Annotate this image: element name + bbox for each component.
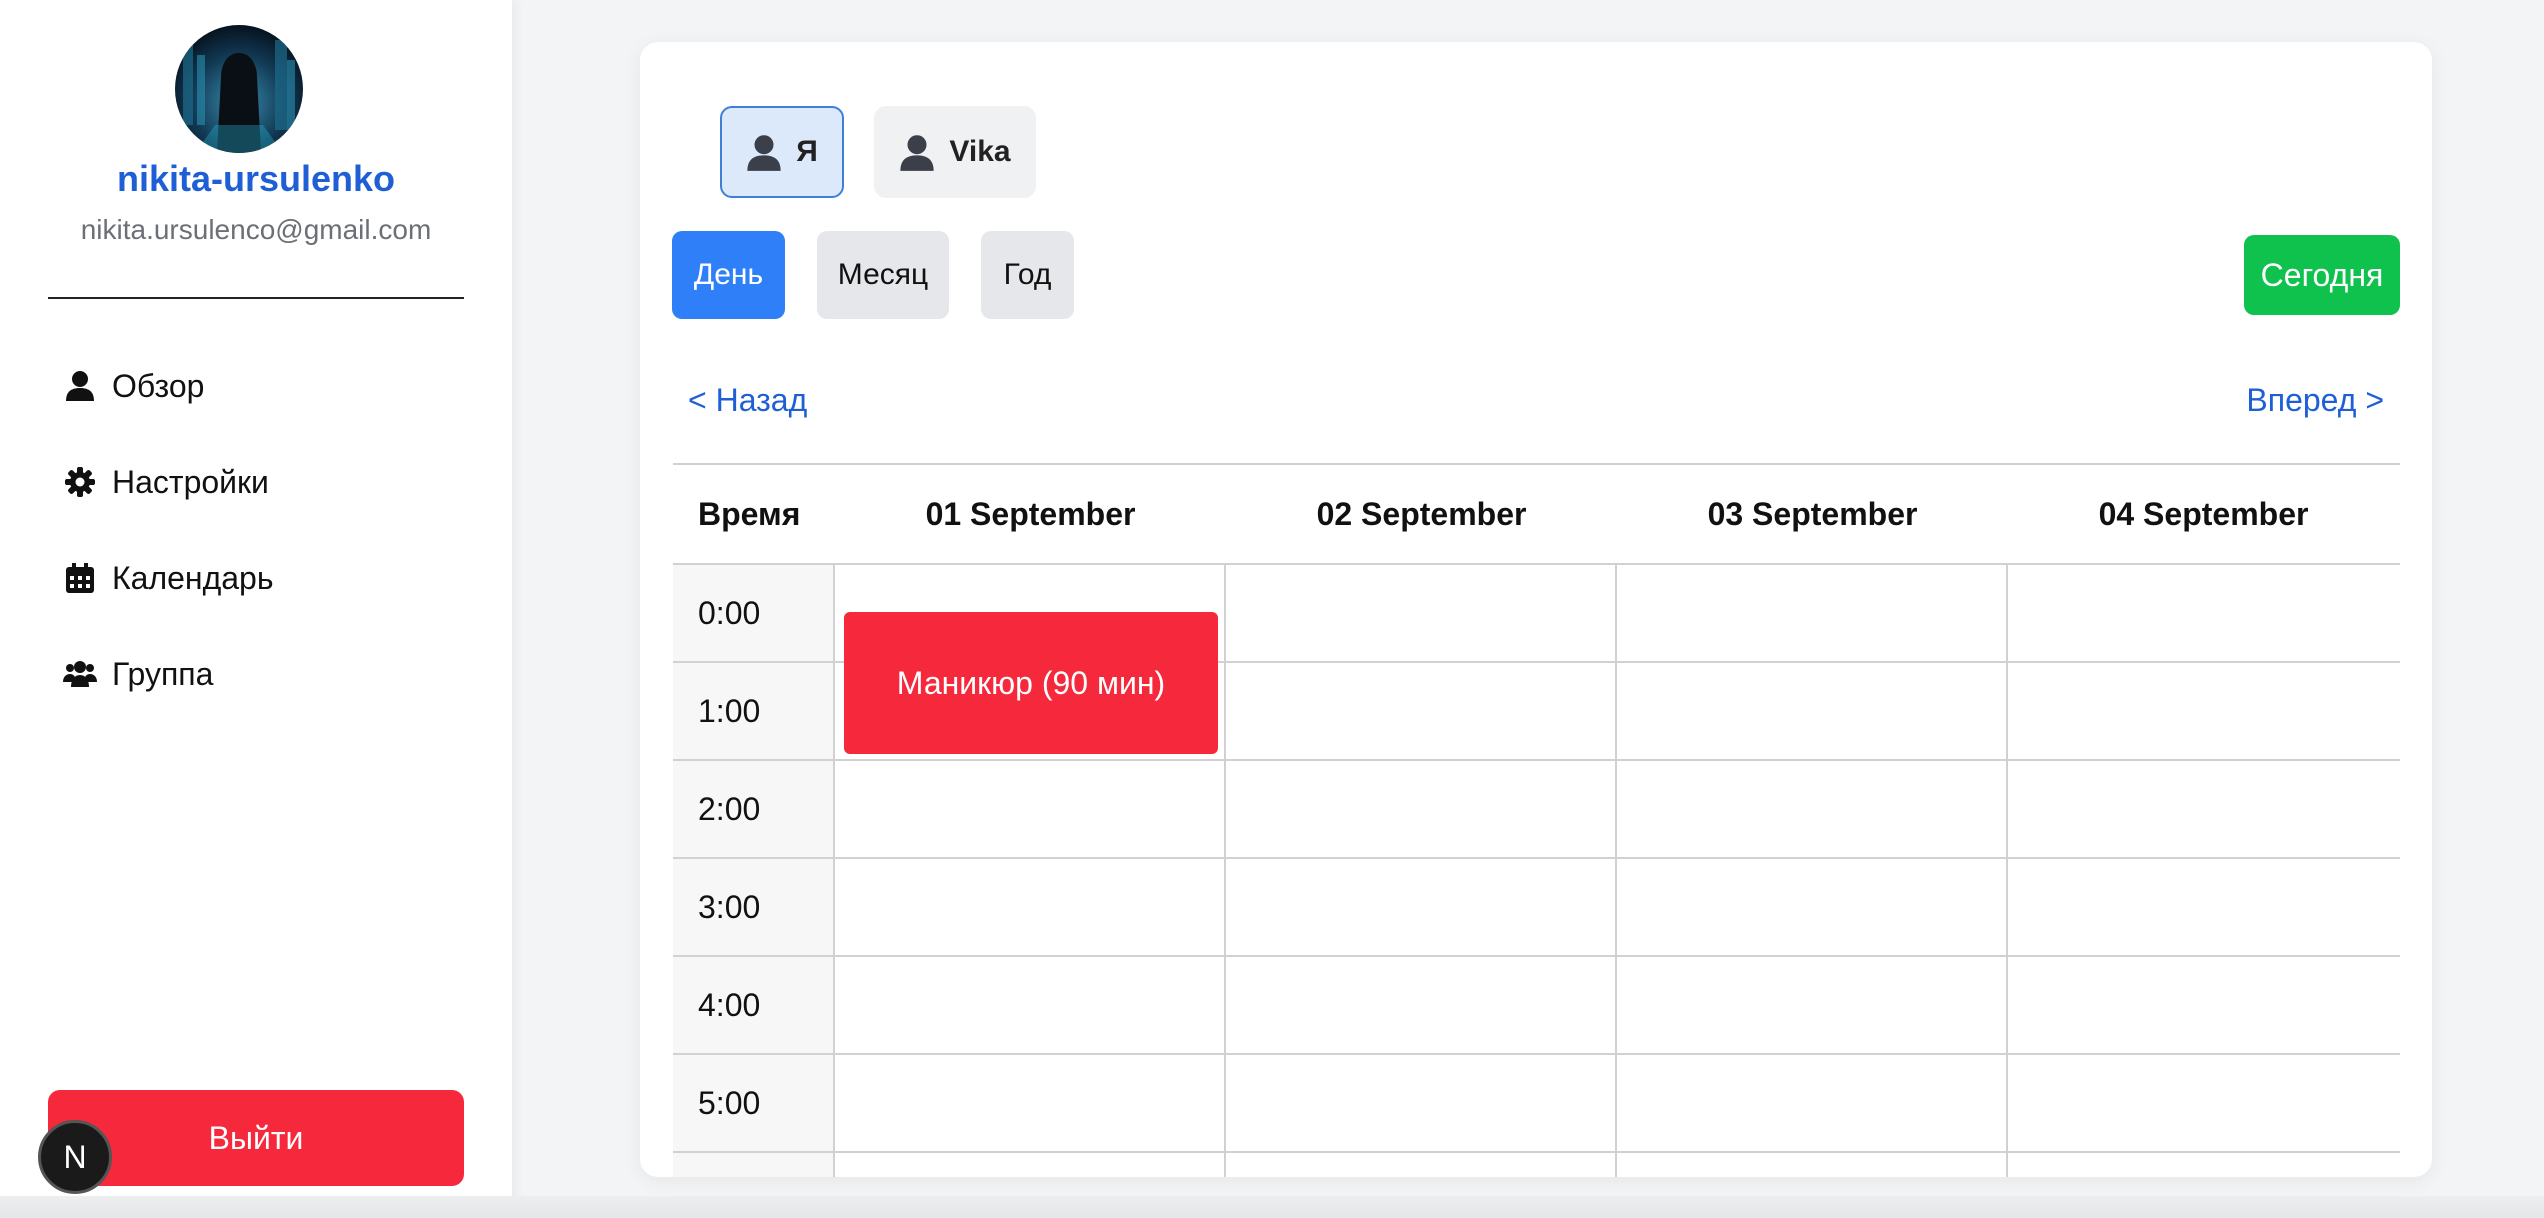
user-filter-label: Vika xyxy=(949,135,1011,168)
avatar[interactable] xyxy=(175,25,303,153)
user-filter-me[interactable]: Я xyxy=(720,106,844,198)
day-header: 01 September xyxy=(925,495,1136,532)
time-slot[interactable] xyxy=(1226,957,1617,1053)
time-row: 3:00 xyxy=(673,859,2400,957)
time-slot[interactable] xyxy=(1226,663,1617,759)
day-header: 03 September xyxy=(1707,495,1918,532)
sidebar-item-label: Настройки xyxy=(112,463,269,500)
next-dev-badge[interactable]: N xyxy=(38,1120,112,1194)
sidebar: nikita-ursulenko nikita.ursulenco@gmail.… xyxy=(0,0,512,1218)
time-label: 3:00 xyxy=(673,859,835,955)
view-year-button[interactable]: Год xyxy=(981,231,1074,319)
time-label: 1:00 xyxy=(673,663,835,759)
sidebar-item-calendar[interactable]: Календарь xyxy=(60,548,480,608)
sidebar-item-settings[interactable]: Настройки xyxy=(60,452,480,512)
time-slot[interactable] xyxy=(835,859,1226,955)
time-slot[interactable] xyxy=(1617,663,2008,759)
next-link[interactable]: Вперед > xyxy=(2246,382,2384,419)
time-slot[interactable] xyxy=(835,1153,1226,1177)
user-filter-label: Я xyxy=(796,135,818,168)
view-day-button[interactable]: День xyxy=(672,231,785,319)
group-icon xyxy=(60,654,100,694)
logout-button[interactable]: Выйти xyxy=(48,1090,464,1186)
time-slot[interactable] xyxy=(1226,761,1617,857)
time-slot[interactable] xyxy=(1226,859,1617,955)
time-slot[interactable] xyxy=(1226,1153,1617,1177)
calendar-grid: Время 01 September 02 September 03 Septe… xyxy=(673,463,2400,1177)
time-slot[interactable] xyxy=(2008,761,2399,857)
sidebar-item-label: Группа xyxy=(112,655,214,692)
user-icon xyxy=(899,134,935,171)
time-slot[interactable] xyxy=(2008,1153,2399,1177)
prev-link[interactable]: < Назад xyxy=(688,382,807,419)
view-month-button[interactable]: Месяц xyxy=(817,231,949,319)
time-slot[interactable] xyxy=(2008,957,2399,1053)
sidebar-item-group[interactable]: Группа xyxy=(60,644,480,704)
bottom-edge xyxy=(0,1196,2544,1218)
time-slot[interactable] xyxy=(835,957,1226,1053)
time-slot[interactable] xyxy=(1617,957,2008,1053)
time-slot[interactable] xyxy=(1617,1055,2008,1151)
time-slot[interactable] xyxy=(1617,761,2008,857)
user-icon xyxy=(60,366,100,406)
profile-username: nikita-ursulenko xyxy=(116,158,396,199)
profile-email: nikita.ursulenco@gmail.com xyxy=(80,214,432,245)
day-header: 04 September xyxy=(2098,495,2309,532)
sidebar-item-label: Обзор xyxy=(112,367,205,404)
time-slot[interactable] xyxy=(1226,1055,1617,1151)
time-slot[interactable] xyxy=(2008,663,2399,759)
sidebar-item-label: Календарь xyxy=(112,559,274,596)
time-label: 2:00 xyxy=(673,761,835,857)
time-slot[interactable] xyxy=(1617,1153,2008,1177)
sidebar-divider xyxy=(48,297,464,299)
time-row: 5:00 xyxy=(673,1055,2400,1153)
time-row: 2:00 xyxy=(673,761,2400,859)
user-filter-vika[interactable]: Vika xyxy=(874,106,1036,198)
time-row xyxy=(673,1153,2400,1177)
time-slot[interactable] xyxy=(1617,859,2008,955)
time-header: Время xyxy=(698,495,801,532)
time-slot[interactable] xyxy=(1226,565,1617,661)
time-slot[interactable] xyxy=(2008,565,2399,661)
calendar-icon xyxy=(60,558,100,598)
time-row: 4:00 xyxy=(673,957,2400,1055)
gear-icon xyxy=(60,462,100,502)
time-slot[interactable] xyxy=(1617,565,2008,661)
time-slot[interactable] xyxy=(835,761,1226,857)
time-slot[interactable] xyxy=(2008,859,2399,955)
time-label: 5:00 xyxy=(673,1055,835,1151)
time-slot[interactable] xyxy=(835,1055,1226,1151)
time-label: 4:00 xyxy=(673,957,835,1053)
today-button[interactable]: Сегодня xyxy=(2244,235,2400,315)
sidebar-item-overview[interactable]: Обзор xyxy=(60,356,480,416)
user-icon xyxy=(746,134,782,171)
calendar-card: Я Vika День Месяц Год Сегодня < Назад Вп… xyxy=(640,42,2432,1177)
grid-header: Время 01 September 02 September 03 Septe… xyxy=(673,465,2400,565)
time-label: 0:00 xyxy=(673,565,835,661)
time-slot[interactable] xyxy=(2008,1055,2399,1151)
day-header: 02 September xyxy=(1316,495,1527,532)
calendar-event[interactable]: Маникюр (90 мин) xyxy=(844,612,1218,754)
time-label xyxy=(673,1153,835,1177)
